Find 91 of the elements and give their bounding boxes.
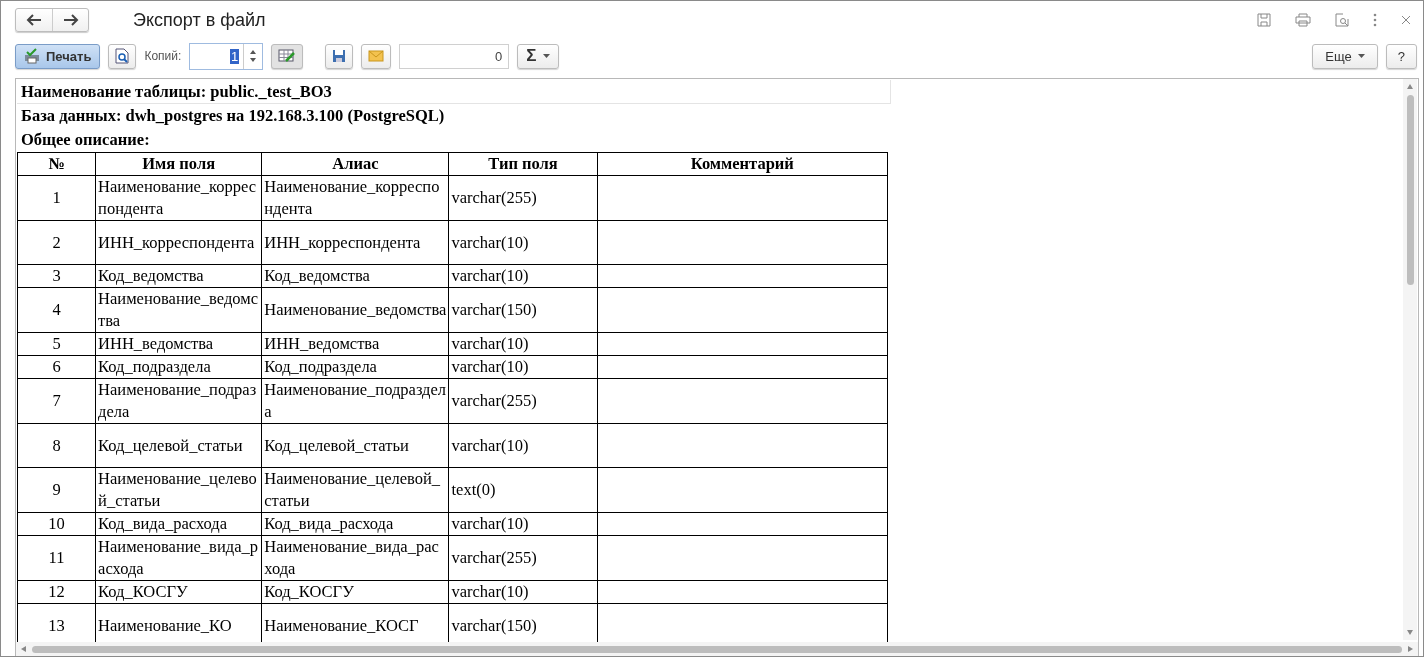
preview-icon[interactable]	[1335, 13, 1349, 27]
left-arrow-icon	[26, 14, 42, 26]
description-heading: Общее описание:	[20, 129, 151, 151]
table-cell: Наименование_подраздела	[95, 378, 262, 424]
print-icon[interactable]	[1295, 13, 1311, 27]
help-button[interactable]: ?	[1385, 43, 1417, 69]
table-cell: varchar(10)	[448, 264, 598, 288]
table-cell: varchar(10)	[448, 332, 598, 356]
table-cell: Код_ведомства	[95, 264, 262, 288]
table-cell: 5	[17, 332, 96, 356]
more-options-icon[interactable]	[1373, 13, 1377, 27]
scroll-arrow-icon[interactable]	[20, 646, 26, 652]
window-title: Экспорт в файл	[133, 9, 267, 31]
table-cell: Код_целевой_статьи	[261, 423, 449, 468]
table-cell: 3	[17, 264, 96, 288]
table-cell: 4	[17, 287, 96, 333]
table-cell: Наименование_корреспондента	[261, 175, 449, 221]
scroll-arrow-icon[interactable]	[1407, 83, 1413, 89]
column-header: Комментарий	[597, 152, 888, 176]
table-cell: Наименование_ведомства	[95, 287, 262, 333]
table-cell: varchar(255)	[448, 535, 598, 581]
table-cell: Код_КОСГУ	[261, 580, 449, 604]
table-cell: Код_подраздела	[95, 355, 262, 379]
table-cell: varchar(255)	[448, 175, 598, 221]
table-cell: Код_вида_расхода	[261, 512, 449, 536]
table-cell: varchar(10)	[448, 220, 598, 265]
column-header: Алиас	[261, 152, 449, 176]
table-cell: 2	[17, 220, 96, 265]
scroll-thumb[interactable]	[1406, 95, 1414, 285]
scroll-arrow-icon[interactable]	[1408, 646, 1414, 652]
table-pencil-icon	[278, 49, 297, 63]
envelope-icon	[368, 50, 385, 62]
save-icon[interactable]	[1257, 13, 1271, 27]
table-cell: ИНН_корреспондента	[261, 220, 449, 265]
spin-down-icon[interactable]	[250, 58, 257, 62]
table-cell: varchar(10)	[448, 355, 598, 379]
table-cell: Наименование_целевой_статьи	[95, 467, 262, 513]
table-cell: 10	[17, 512, 96, 536]
caret-icon	[542, 54, 550, 58]
table-cell: Наименование_вида_расхода	[95, 535, 262, 581]
table-cell: varchar(10)	[448, 512, 598, 536]
table-cell: ИНН_ведомства	[261, 332, 449, 356]
sum-value-field[interactable]: 0	[399, 43, 510, 69]
table-cell: Код_целевой_статьи	[95, 423, 262, 468]
table-cell: Код_вида_расхода	[95, 512, 262, 536]
vertical-scrollbar[interactable]	[1403, 79, 1417, 640]
database-heading: База данных: dwh_postgres на 192.168.3.100 (PostgreSQL)	[20, 105, 446, 127]
column-header: Тип поля	[448, 152, 598, 176]
preview-button[interactable]	[108, 43, 137, 69]
table-cell: Код_КОСГУ	[95, 580, 262, 604]
table-cell: 8	[17, 423, 96, 468]
table-cell: varchar(255)	[448, 378, 598, 424]
copies-label: Копий:	[144, 49, 182, 63]
sum-button[interactable]: Σ	[517, 43, 559, 69]
table-cell: Наименование_целевой_статьи	[261, 467, 449, 513]
copies-field[interactable]: 1	[189, 42, 264, 70]
table-cell: Наименование_подраздела	[261, 378, 449, 424]
printer-icon	[24, 48, 40, 64]
email-button[interactable]	[361, 43, 392, 69]
table-cell: 12	[17, 580, 96, 604]
close-icon[interactable]	[1401, 15, 1411, 25]
table-cell: 1	[17, 175, 96, 221]
table-cell: 6	[17, 355, 96, 379]
horizontal-scrollbar[interactable]	[16, 642, 1418, 656]
spin-up-icon[interactable]	[250, 50, 257, 54]
scroll-thumb[interactable]	[32, 645, 1402, 653]
more-button[interactable]: Еще	[1312, 43, 1378, 69]
magnifier-page-icon	[115, 48, 130, 64]
table-cell: Наименование_корреспондента	[95, 175, 262, 221]
column-header: №	[17, 152, 96, 176]
caret-icon	[1357, 54, 1365, 58]
table-cell: Наименование_ведомства	[261, 287, 449, 333]
edit-table-button[interactable]	[271, 43, 304, 69]
table-cell: varchar(10)	[448, 423, 598, 468]
column-header: Имя поля	[95, 152, 262, 176]
table-cell: varchar(10)	[448, 580, 598, 604]
table-cell: varchar(150)	[448, 287, 598, 333]
table-cell: Код_подраздела	[261, 355, 449, 379]
table-cell: 11	[17, 535, 96, 581]
right-arrow-icon	[62, 14, 79, 26]
table-cell: Наименование_вида_расхода	[261, 535, 449, 581]
table-cell: Код_ведомства	[261, 264, 449, 288]
table-cell: ИНН_ведомства	[95, 332, 262, 356]
table-cell: text(0)	[448, 467, 598, 513]
save-button[interactable]	[325, 43, 354, 69]
table-name-heading: Наименование таблицы: public._test_BO3	[17, 80, 891, 104]
table-cell: ИНН_корреспондента	[95, 220, 262, 265]
table-cell: 7	[17, 378, 96, 424]
print-button[interactable]: Печать	[15, 43, 101, 69]
scroll-arrow-icon[interactable]	[1407, 630, 1413, 636]
table-cell: 9	[17, 467, 96, 513]
